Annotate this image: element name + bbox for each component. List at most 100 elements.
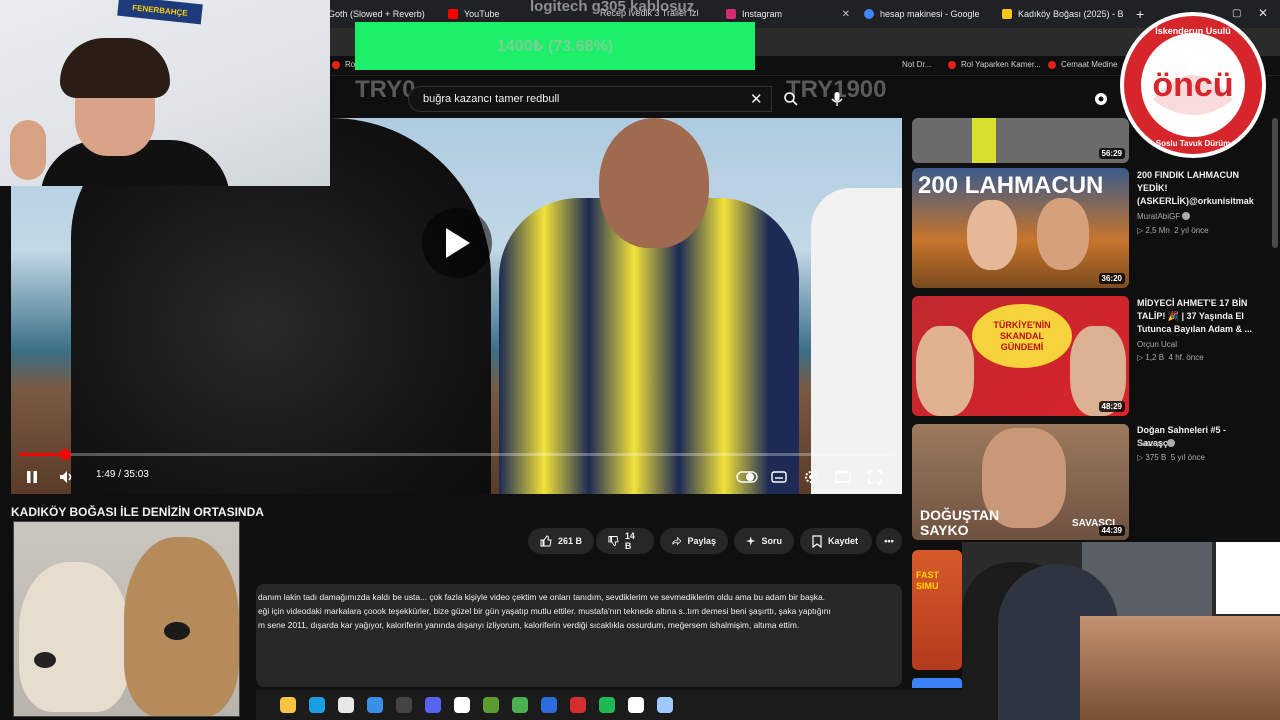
spotify-icon[interactable]: [599, 697, 615, 713]
dislike-count: 14 B: [624, 531, 635, 551]
view-count: 375 B: [1145, 453, 1167, 462]
voice-search-button[interactable]: [826, 88, 848, 110]
video-duration: 36:20: [1098, 273, 1125, 284]
recommendation-thumbnail[interactable]: TÜRKİYE'NİN SKANDAL GÜNDEMİ 48:29: [912, 296, 1129, 416]
clear-search-icon[interactable]: ✕: [750, 90, 763, 108]
recommendation-thumbnail[interactable]: [912, 678, 962, 688]
imdb-icon: [1002, 9, 1012, 19]
close-icon[interactable]: ✕: [986, 9, 993, 20]
volume-button[interactable]: [56, 466, 78, 488]
video-frame-person: [811, 188, 902, 494]
recommendation-channel[interactable]: Orçun Ucal: [1137, 340, 1177, 349]
stream-goal-subtitle: Recep İvedik 3 Trailer İzl: [600, 8, 699, 18]
tab-youtube-title: YouTube: [464, 9, 500, 19]
channel-name: Savaşçı: [1137, 439, 1166, 448]
recommendation-channel[interactable]: MuratAbiGF: [1137, 212, 1191, 221]
recommendation-thumbnail[interactable]: DOĞUŞTAN SAYKO SAVAŞÇI 44:39: [912, 424, 1129, 540]
verified-icon: [1167, 439, 1176, 447]
tab-instagram[interactable]: Instagram ✕: [726, 4, 850, 24]
upload-age: 5 yıl önce: [1170, 453, 1205, 462]
paint-icon[interactable]: [454, 697, 470, 713]
ask-button[interactable]: Soru: [734, 528, 794, 554]
video-description[interactable]: danım lakin tadı damağımızda kaldı be us…: [256, 584, 902, 687]
bookmark-item[interactable]: Ro: [332, 60, 355, 69]
subtitles-button[interactable]: [768, 466, 790, 488]
play-button[interactable]: [422, 208, 492, 278]
save-button[interactable]: Kaydet: [800, 528, 872, 554]
sparkle-icon: [746, 536, 756, 546]
capcut-icon[interactable]: [338, 697, 354, 713]
recommendation-thumbnail[interactable]: 56:29: [912, 118, 1129, 163]
share-button[interactable]: Paylaş: [660, 528, 728, 554]
microsoft-store-icon[interactable]: [367, 697, 383, 713]
minecraft-icon[interactable]: [483, 697, 499, 713]
settings-button[interactable]: [800, 466, 822, 488]
recommendation-meta: ▷ 2,5 Mn 2 yıl önce: [1137, 226, 1209, 235]
search-input[interactable]: buğra kazancı tamer redbull: [408, 86, 772, 112]
dog-meme-overlay: [13, 521, 240, 717]
recommendation-thumbnail[interactable]: 200 LAHMACUN 36:20: [912, 168, 1129, 288]
friends-photo-overlay: [962, 542, 1280, 720]
obs-icon[interactable]: [396, 697, 412, 713]
progress-scrubber[interactable]: [59, 449, 71, 460]
webcam-person: [10, 120, 46, 180]
ea-icon[interactable]: [541, 697, 557, 713]
thumbnail-image: [972, 118, 996, 163]
tab-google[interactable]: hesap makinesi - Google ✕: [864, 4, 992, 24]
bookmark-item[interactable]: Not Dr...: [902, 60, 931, 69]
close-window-icon[interactable]: ✕: [1258, 6, 1268, 20]
bookmark-item[interactable]: Rol Yaparken Kamer...: [948, 60, 1041, 69]
dislike-button[interactable]: 14 B: [596, 528, 654, 554]
youtube-icon: [948, 60, 956, 69]
page-scrollbar[interactable]: [1272, 118, 1278, 248]
description-line: eği için videodaki markalara çoook teşek…: [258, 606, 831, 616]
search-icon: [784, 92, 798, 106]
bookmark-item[interactable]: Cemaat Medine: [1048, 60, 1117, 69]
instagram-icon: [726, 9, 736, 19]
app-red-icon[interactable]: [570, 697, 586, 713]
bookmark-icon: [812, 534, 822, 548]
bookmark-label: Cemaat Medine: [1061, 60, 1118, 69]
theater-mode-button[interactable]: [832, 466, 854, 488]
photo-region: [1216, 542, 1280, 614]
tab-kadikoy[interactable]: Kadıköy Boğası (2025) - B ✕: [1002, 4, 1130, 24]
youtube-icon: [448, 9, 458, 19]
settings-icon[interactable]: [1092, 90, 1110, 108]
fullscreen-button[interactable]: [864, 466, 886, 488]
share-label: Paylaş: [687, 536, 716, 546]
edge-icon[interactable]: [309, 697, 325, 713]
thumbnail-text: FAST SIMU: [916, 570, 940, 591]
fullscreen-icon: [868, 470, 882, 484]
description-line: m sene 2011, dışarda kar yağıyor, kalori…: [258, 620, 800, 630]
time-display: 1:49 / 35:03: [96, 469, 149, 480]
bookmark-label: Not Dr...: [902, 60, 932, 69]
like-button[interactable]: 261 B: [528, 528, 594, 554]
close-icon[interactable]: ✕: [836, 9, 850, 20]
progress-bar[interactable]: [19, 449, 894, 460]
verified-icon: [1182, 212, 1191, 220]
webcam-person: [60, 38, 170, 98]
close-icon[interactable]: ✕: [431, 9, 438, 20]
autoplay-toggle[interactable]: [736, 466, 758, 488]
description-line: danım lakin tadı damağımızda kaldı be us…: [258, 592, 825, 602]
sponsor-arc-top: İskenderun Usulü: [1155, 26, 1231, 36]
file-explorer-icon[interactable]: [280, 697, 296, 713]
recommendation-title[interactable]: 200 FINDIK LAHMACUN YEDİK! (ASKERLİK)@or…: [1137, 169, 1257, 208]
view-count: 1,2 B: [1145, 353, 1165, 362]
recommendation-title[interactable]: MİDYECİ AHMET'E 17 BİN TALİP! 🎉 | 37 Yaş…: [1137, 297, 1257, 336]
donation-goal-min: TRY0: [355, 76, 416, 103]
chrome-icon[interactable]: [512, 697, 528, 713]
maximize-icon[interactable]: ▢: [1232, 8, 1241, 19]
capcut-2-icon[interactable]: [628, 697, 644, 713]
tab-instagram-title: Instagram: [742, 9, 783, 19]
blue-app-icon[interactable]: [657, 697, 673, 713]
pause-button[interactable]: [21, 466, 43, 488]
discord-icon[interactable]: [425, 697, 441, 713]
tab-goth[interactable]: Goth (Slowed + Reverb) ✕: [328, 4, 438, 24]
bookmark-label: Rol Yaparken Kamer...: [961, 60, 1041, 69]
upload-age: 2 yıl önce: [1174, 226, 1209, 235]
recommendation-thumbnail[interactable]: FAST SIMU: [912, 550, 962, 670]
search-button[interactable]: [776, 86, 806, 112]
recommendation-channel[interactable]: Savaşçı: [1137, 439, 1176, 448]
more-actions-button[interactable]: •••: [876, 528, 902, 554]
